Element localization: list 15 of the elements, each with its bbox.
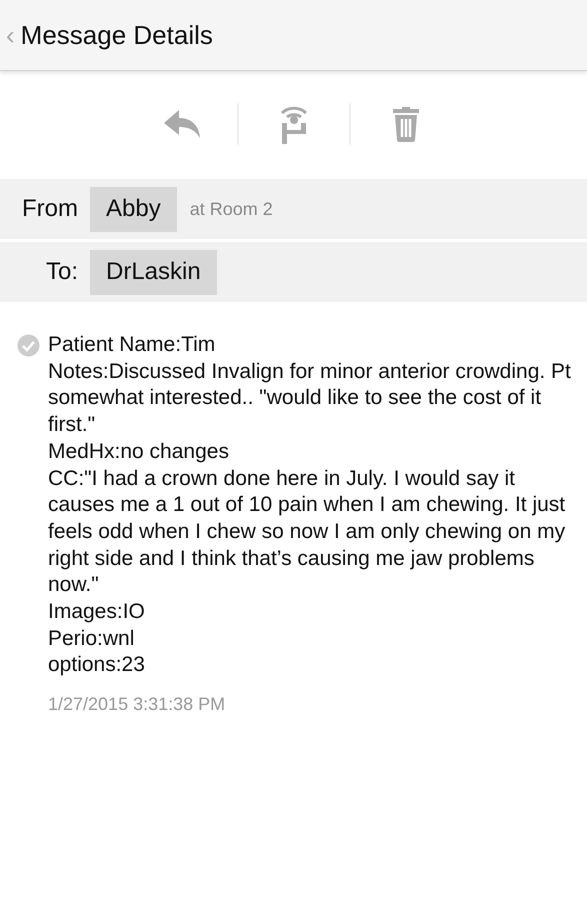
screen-title: Message Details — [20, 20, 213, 50]
field-label: From — [21, 195, 78, 223]
sender-chip: Abby — [90, 186, 177, 232]
message-line: CC:"I had a crown done here in July. I would say it causes me a 1 out of 10 pain when I am chewing. It just feels odd when I chew so now I am only chewing on my right side and I think that’s causing me jaw problems now." — [48, 466, 566, 598]
recipient-chip: DrLaskin — [90, 250, 217, 294]
message-line: Notes:Discussed Invalign for minor anterior crowding. Pt somewhat interested.. "would like to see the cost of it first." — [48, 358, 572, 438]
message-line: options:23 — [48, 652, 146, 678]
message-line: Images:IO — [48, 599, 146, 626]
message-line: Perio:wnl — [48, 626, 136, 652]
message-line: Patient Name:Tim — [48, 332, 216, 358]
back-button[interactable]: ‹ — [6, 22, 15, 48]
location-text: at Room 2 — [190, 198, 273, 220]
timestamp: 1/27/2015 3:31:38 PM — [48, 693, 226, 716]
message-line: MedHx:no changes — [48, 438, 230, 465]
field-label: To: — [44, 258, 78, 286]
